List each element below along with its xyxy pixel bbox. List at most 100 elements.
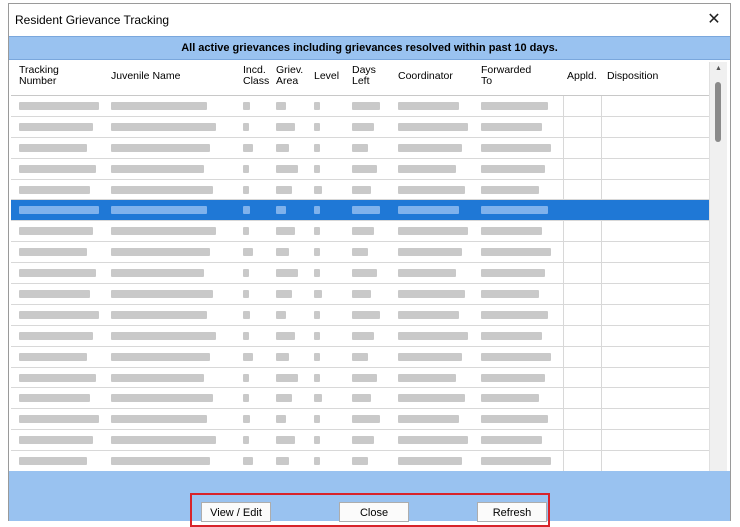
column-header-forwarded-to[interactable]: Forwarded To	[481, 65, 531, 87]
column-header-level[interactable]: Level	[314, 71, 339, 82]
redacted-cell	[314, 436, 320, 445]
table-row[interactable]	[11, 159, 727, 180]
footer-bar: View / Edit Close Refresh	[9, 471, 730, 527]
redacted-cell	[111, 269, 204, 278]
redacted-cell	[243, 164, 249, 173]
redacted-cell	[111, 457, 210, 466]
redacted-cell	[398, 227, 468, 236]
redacted-cell	[352, 269, 377, 278]
redacted-cell	[111, 143, 210, 152]
redacted-cell	[398, 248, 462, 257]
redacted-cell	[398, 457, 462, 466]
table-row[interactable]	[11, 430, 727, 452]
redacted-cell	[243, 206, 250, 215]
table-row[interactable]	[11, 451, 727, 471]
redacted-cell	[314, 331, 320, 340]
column-header-coordinator[interactable]: Coordinator	[398, 71, 453, 82]
redacted-cell	[481, 415, 548, 424]
table-row[interactable]	[11, 284, 727, 305]
grievance-grid[interactable]: Tracking Number Juvenile Name Incd. Clas…	[11, 62, 727, 471]
column-header-juvenile-name[interactable]: Juvenile Name	[111, 71, 180, 82]
redacted-cell	[19, 122, 93, 131]
table-row[interactable]	[11, 138, 727, 159]
table-row[interactable]	[11, 221, 727, 243]
redacted-cell	[314, 143, 320, 152]
refresh-button[interactable]: Refresh	[477, 502, 547, 522]
window-title: Resident Grievance Tracking	[15, 13, 170, 27]
redacted-cell	[352, 102, 380, 110]
redacted-cell	[243, 373, 249, 382]
redacted-cell	[243, 415, 250, 424]
redacted-cell	[276, 143, 289, 152]
view-edit-button[interactable]: View / Edit	[201, 502, 271, 522]
redacted-cell	[243, 290, 249, 299]
column-header-griev-area[interactable]: Griev. Area	[276, 65, 303, 87]
redacted-cell	[19, 290, 90, 299]
redacted-cell	[276, 310, 286, 319]
redacted-cell	[19, 310, 99, 319]
redacted-cell	[481, 102, 548, 110]
redacted-cell	[314, 457, 320, 466]
redacted-cell	[314, 373, 320, 382]
redacted-cell	[276, 102, 286, 110]
table-row[interactable]	[11, 305, 727, 326]
table-row[interactable]	[11, 368, 727, 389]
close-window-icon[interactable]: ✕	[704, 10, 724, 30]
redacted-cell	[352, 248, 368, 257]
redacted-cell	[398, 310, 459, 319]
table-row[interactable]	[11, 200, 727, 222]
redacted-cell	[314, 206, 320, 215]
redacted-cell	[19, 185, 90, 194]
redacted-cell	[243, 436, 249, 445]
redacted-cell	[481, 310, 548, 319]
scroll-up-icon[interactable]: ▲	[710, 65, 727, 72]
redacted-cell	[111, 331, 216, 340]
table-row[interactable]	[11, 263, 727, 285]
redacted-cell	[352, 373, 377, 382]
redacted-cell	[276, 122, 295, 131]
table-row[interactable]	[11, 326, 727, 347]
redacted-cell	[481, 248, 551, 257]
column-header-disposition[interactable]: Disposition	[607, 71, 658, 82]
redacted-cell	[111, 310, 207, 319]
redacted-cell	[111, 102, 207, 110]
redacted-cell	[314, 164, 320, 173]
redacted-cell	[243, 227, 249, 236]
redacted-cell	[481, 394, 539, 403]
table-row[interactable]	[11, 242, 727, 264]
column-header-incd-class[interactable]: Incd. Class	[243, 65, 269, 87]
table-row[interactable]	[11, 96, 727, 117]
table-row[interactable]	[11, 180, 727, 201]
close-button[interactable]: Close	[339, 502, 409, 522]
column-header-days-left[interactable]: Days Left	[352, 65, 376, 87]
redacted-cell	[481, 269, 545, 278]
scrollbar-thumb[interactable]	[715, 82, 721, 142]
table-row[interactable]	[11, 409, 727, 431]
column-header-appld[interactable]: Appld.	[567, 71, 597, 82]
redacted-cell	[352, 457, 368, 466]
redacted-cell	[314, 227, 320, 236]
redacted-cell	[314, 290, 322, 299]
redacted-cell	[352, 122, 374, 131]
redacted-cell	[111, 122, 216, 131]
redacted-cell	[111, 415, 207, 424]
redacted-cell	[243, 352, 253, 361]
redacted-cell	[276, 436, 295, 445]
vertical-scrollbar[interactable]: ▲	[709, 62, 727, 471]
redacted-cell	[276, 290, 292, 299]
redacted-cell	[19, 102, 99, 110]
redacted-cell	[352, 164, 377, 173]
redacted-cell	[276, 457, 289, 466]
redacted-cell	[243, 143, 253, 152]
table-row[interactable]	[11, 117, 727, 138]
redacted-cell	[352, 227, 374, 236]
redacted-cell	[398, 352, 462, 361]
redacted-cell	[19, 373, 96, 382]
column-header-tracking-number[interactable]: Tracking Number	[19, 65, 59, 87]
info-banner: All active grievances including grievanc…	[9, 36, 730, 60]
table-row[interactable]	[11, 388, 727, 410]
redacted-cell	[352, 206, 380, 215]
table-row[interactable]	[11, 347, 727, 368]
redacted-cell	[314, 415, 320, 424]
redacted-cell	[481, 206, 548, 215]
